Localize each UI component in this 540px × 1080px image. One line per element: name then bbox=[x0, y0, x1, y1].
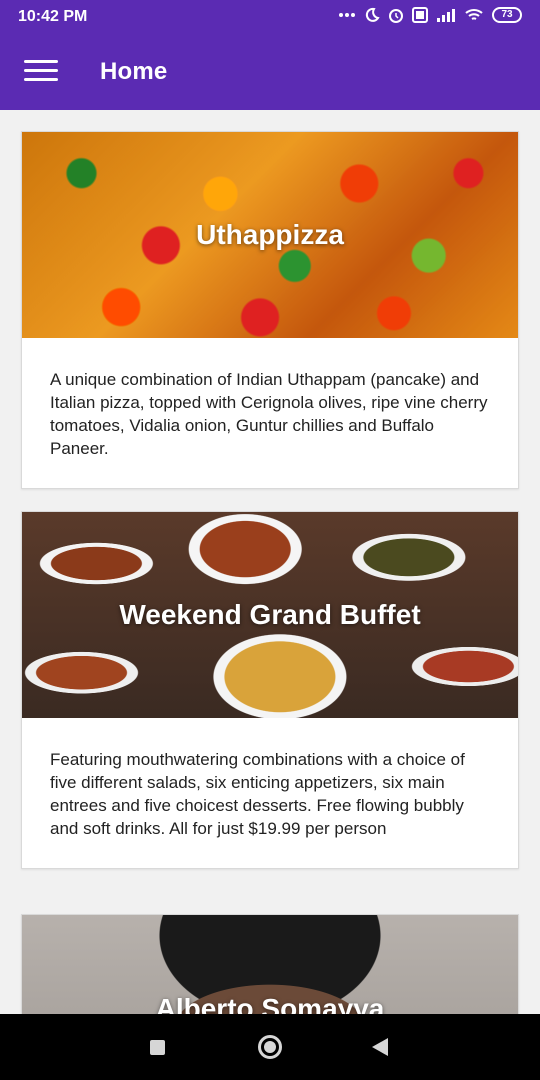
card-weekend-grand-buffet[interactable]: Weekend Grand Buffet Featuring mouthwate… bbox=[21, 511, 519, 869]
home-button[interactable] bbox=[258, 1035, 282, 1059]
moon-icon bbox=[365, 7, 380, 22]
card-image: Alberto Somayya bbox=[22, 915, 518, 1014]
system-nav-bar bbox=[0, 1014, 540, 1080]
page-title: Home bbox=[100, 58, 168, 85]
card-description: Featuring mouthwatering combinations wit… bbox=[50, 750, 465, 838]
wifi-icon bbox=[465, 9, 483, 20]
card-title: Weekend Grand Buffet bbox=[119, 599, 421, 630]
status-icons: 73 bbox=[338, 7, 522, 23]
app-bar: Home bbox=[0, 34, 540, 110]
menu-icon[interactable] bbox=[24, 60, 58, 84]
card-alberto-somayya[interactable]: Alberto Somayya bbox=[21, 914, 519, 1014]
status-time: 10:42 PM bbox=[18, 8, 88, 25]
back-button[interactable] bbox=[372, 1038, 388, 1056]
card-title: Alberto Somayya bbox=[155, 993, 385, 1014]
data-icon bbox=[412, 7, 428, 23]
battery-icon: 73 bbox=[492, 7, 522, 23]
card-title: Uthappizza bbox=[196, 219, 344, 250]
card-uthappizza[interactable]: Uthappizza A unique combination of India… bbox=[21, 131, 519, 489]
content-list[interactable]: Uthappizza A unique combination of India… bbox=[0, 110, 540, 1014]
card-image: Weekend Grand Buffet bbox=[22, 512, 518, 718]
recents-button[interactable] bbox=[150, 1040, 165, 1055]
alarm-icon bbox=[389, 9, 403, 23]
signal-icon bbox=[437, 9, 455, 22]
more-icon bbox=[339, 13, 355, 17]
card-description: A unique combination of Indian Uthappam … bbox=[50, 370, 488, 458]
card-image: Uthappizza bbox=[22, 132, 518, 338]
status-bar: 10:42 PM 73 bbox=[0, 0, 540, 34]
